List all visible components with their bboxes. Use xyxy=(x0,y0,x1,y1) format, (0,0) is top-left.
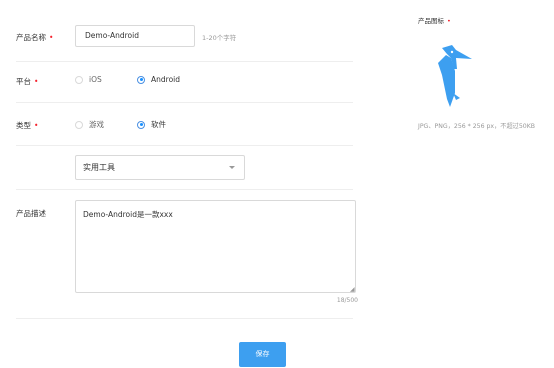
platform-radio-android-label: Android xyxy=(151,75,180,84)
type-radio-software[interactable]: 软件 xyxy=(137,119,166,130)
platform-label-text: 平台 xyxy=(16,77,31,86)
type-label: 类型 • xyxy=(16,120,38,131)
category-select[interactable]: 实用工具 xyxy=(75,155,245,180)
resize-handle-icon[interactable]: ◢ xyxy=(350,286,355,293)
description-counter: 18/500 xyxy=(336,297,358,304)
platform-radio-android[interactable]: Android xyxy=(137,75,180,84)
type-radio-game[interactable]: 游戏 xyxy=(75,119,104,130)
platform-radio-ios[interactable]: iOS xyxy=(75,75,102,84)
product-icon-label: 产品图标 • xyxy=(418,15,451,25)
required-mark: • xyxy=(447,17,451,25)
woodpecker-logo-icon[interactable] xyxy=(436,45,472,108)
platform-label: 平台 • xyxy=(16,76,38,87)
radio-circle-checked xyxy=(137,75,145,84)
save-button[interactable]: 保存 xyxy=(239,342,286,367)
divider xyxy=(16,189,353,190)
platform-radio-ios-label: iOS xyxy=(89,75,102,84)
type-label-text: 类型 xyxy=(16,121,31,130)
type-radio-software-label: 软件 xyxy=(151,120,166,129)
bird-eye xyxy=(450,50,454,54)
description-textarea[interactable]: Demo-Android是一款xxx xyxy=(75,200,356,293)
product-icon-hint: JPG、PNG，256 * 256 px，不超过50KB xyxy=(418,123,536,130)
category-select-value: 实用工具 xyxy=(83,163,115,172)
radio-circle-checked xyxy=(137,120,145,129)
bird-feet xyxy=(453,93,460,100)
radio-circle xyxy=(75,120,83,129)
product-icon-label-text: 产品图标 xyxy=(418,17,444,25)
divider xyxy=(16,61,353,62)
product-name-label-text: 产品名称 xyxy=(16,33,46,42)
required-mark: • xyxy=(49,33,54,42)
product-name-hint: 1-20个字符 xyxy=(202,34,237,42)
required-mark: • xyxy=(34,77,39,86)
radio-circle xyxy=(75,75,83,84)
description-label: 产品描述 xyxy=(16,209,46,218)
bird-body xyxy=(438,55,455,107)
chevron-down-icon xyxy=(229,166,235,169)
type-radio-game-label: 游戏 xyxy=(89,120,104,129)
divider xyxy=(16,318,353,319)
required-mark: • xyxy=(34,121,39,130)
divider xyxy=(16,145,353,146)
divider xyxy=(16,102,353,103)
product-name-input[interactable]: Demo-Android xyxy=(75,25,195,47)
product-name-label: 产品名称 • xyxy=(16,32,53,43)
